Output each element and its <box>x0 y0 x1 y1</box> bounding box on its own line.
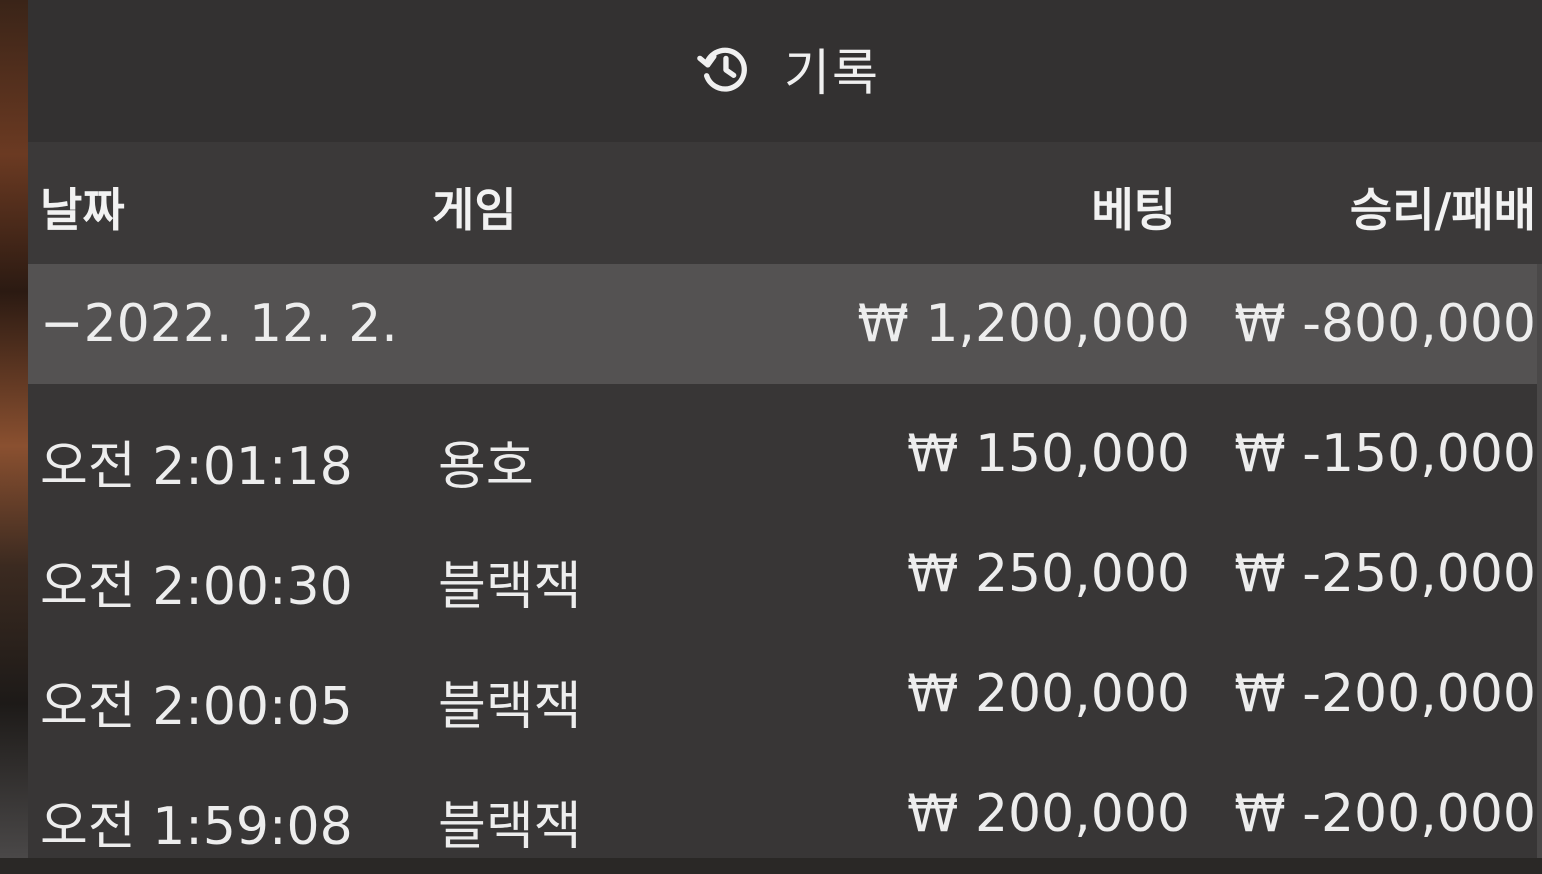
group-result-total: ₩ -800,000 <box>1234 294 1536 354</box>
background-image <box>0 0 28 858</box>
row-bet: ₩ 200,000 <box>907 784 1190 844</box>
row-game: 블랙잭 <box>438 677 582 737</box>
table-row[interactable]: 오전 2:01:18 용호 ₩ 150,000 ₩ -150,000 <box>28 394 1542 514</box>
table-row[interactable]: 오전 2:00:05 블랙잭 ₩ 200,000 ₩ -200,000 <box>28 634 1542 754</box>
collapse-toggle[interactable]: − <box>40 294 84 354</box>
row-game: 블랙잭 <box>438 797 582 857</box>
row-bet: ₩ 250,000 <box>907 544 1190 604</box>
row-bet: ₩ 150,000 <box>907 424 1190 484</box>
row-bet: ₩ 200,000 <box>907 664 1190 724</box>
table-row[interactable]: 오전 2:00:30 블랙잭 ₩ 250,000 ₩ -250,000 <box>28 514 1542 634</box>
row-result: ₩ -200,000 <box>1234 784 1536 844</box>
panel-title-label: 기록 <box>784 44 880 102</box>
column-header-date[interactable]: 날짜 <box>40 174 125 240</box>
table-row[interactable]: 오전 1:59:08 블랙잭 ₩ 200,000 ₩ -200,000 <box>28 754 1542 874</box>
row-result: ₩ -150,000 <box>1234 424 1536 484</box>
table-header: 날짜 게임 베팅 승리/패배 <box>28 142 1542 264</box>
history-icon <box>696 40 754 98</box>
panel-title: 기록 <box>696 36 880 102</box>
row-time: 오전 1:59:08 <box>40 797 353 857</box>
row-game: 용호 <box>438 437 534 497</box>
row-game: 블랙잭 <box>438 557 582 617</box>
vertical-scrollbar[interactable] <box>1537 264 1542 858</box>
date-group-label: −2022. 12. 2. <box>40 294 398 354</box>
date-group-row[interactable]: −2022. 12. 2. ₩ 1,200,000 ₩ -800,000 <box>28 264 1542 384</box>
column-header-result[interactable]: 승리/패배 <box>1350 174 1536 240</box>
column-header-game[interactable]: 게임 <box>432 174 517 240</box>
history-panel: 기록 날짜 게임 베팅 승리/패배 −2022. 12. 2. ₩ 1,200,… <box>28 0 1542 858</box>
group-bet-total: ₩ 1,200,000 <box>857 294 1190 354</box>
row-time: 오전 2:00:05 <box>40 677 353 737</box>
row-result: ₩ -250,000 <box>1234 544 1536 604</box>
row-time: 오전 2:01:18 <box>40 437 353 497</box>
title-bar: 기록 <box>28 0 1542 142</box>
column-header-bet[interactable]: 베팅 <box>1091 174 1176 240</box>
row-time: 오전 2:00:30 <box>40 557 353 617</box>
row-result: ₩ -200,000 <box>1234 664 1536 724</box>
